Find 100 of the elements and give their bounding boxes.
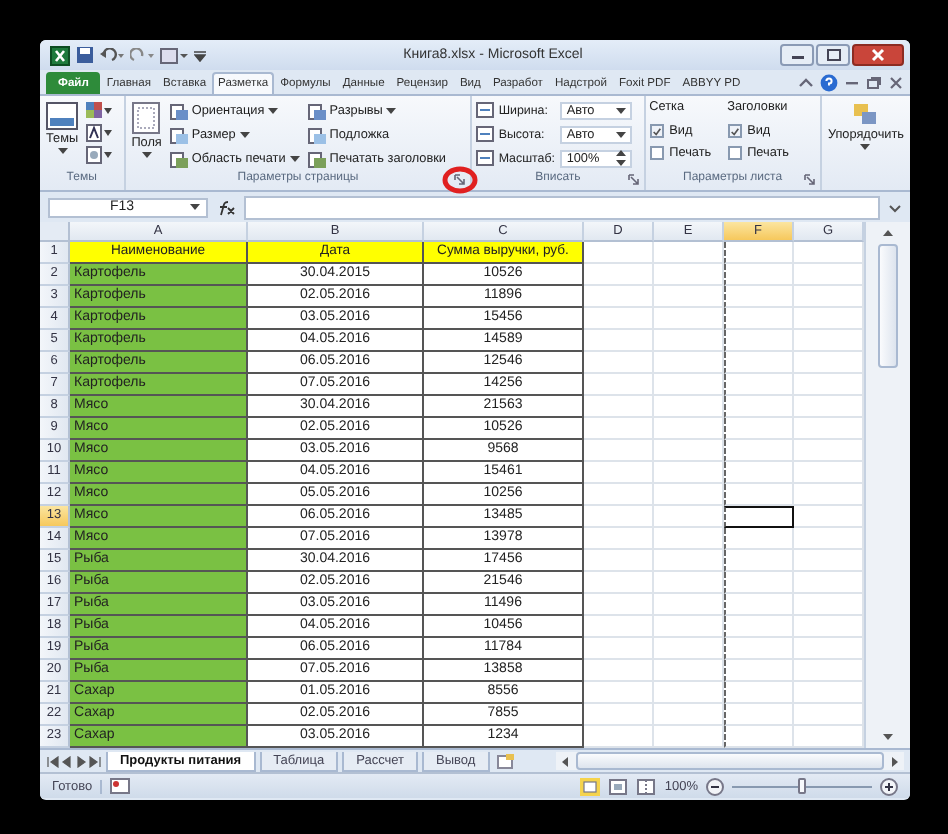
scroll-thumb[interactable] (878, 244, 898, 368)
empty-cell[interactable] (654, 594, 724, 616)
empty-cell[interactable] (654, 572, 724, 594)
caret-icon (616, 107, 627, 113)
empty-cell[interactable] (724, 704, 794, 726)
scroll-left-icon[interactable] (560, 755, 570, 767)
empty-cell[interactable] (724, 440, 794, 462)
empty-cell[interactable] (654, 660, 724, 682)
zoom-in-icon[interactable] (880, 777, 898, 795)
caret-icon (616, 131, 627, 137)
zoom-out-icon[interactable] (706, 777, 724, 795)
theme-colors-icon[interactable] (86, 102, 113, 120)
page-layout-icon[interactable] (608, 777, 629, 795)
customize-caret-icon[interactable] (194, 49, 206, 61)
themes-icon (46, 102, 79, 130)
scroll-down-icon[interactable] (882, 732, 894, 742)
theme-effects-icon[interactable] (86, 146, 113, 164)
empty-cell[interactable] (654, 506, 724, 528)
caret-icon (860, 144, 871, 150)
checkbox[interactable] (727, 146, 742, 160)
empty-cell[interactable] (654, 550, 724, 572)
empty-cell[interactable] (654, 242, 724, 264)
theme-fonts-icon[interactable] (86, 124, 113, 142)
function-icon[interactable] (216, 199, 236, 215)
empty-cell[interactable] (724, 242, 794, 264)
caret-icon (239, 132, 250, 138)
empty-cell[interactable] (654, 528, 724, 550)
maximize-button[interactable] (816, 44, 850, 66)
empty-cell[interactable] (654, 462, 724, 484)
normal-view-icon[interactable] (580, 777, 601, 795)
empty-cell[interactable] (724, 462, 794, 484)
empty-cell[interactable] (724, 594, 794, 616)
checkbox[interactable] (649, 146, 664, 160)
empty-cell[interactable] (724, 286, 794, 308)
restore-icon[interactable] (866, 75, 882, 89)
empty-cell[interactable] (654, 638, 724, 660)
select-all-corner[interactable] (40, 222, 70, 242)
save-icon[interactable] (76, 46, 94, 64)
empty-cell[interactable] (724, 418, 794, 440)
checkbox[interactable] (727, 124, 742, 138)
new-sheet-icon[interactable] (493, 753, 518, 769)
empty-cell[interactable] (724, 550, 794, 572)
empty-cell[interactable] (724, 352, 794, 374)
empty-cell[interactable] (654, 264, 724, 286)
empty-cell[interactable] (654, 330, 724, 352)
help-icon[interactable] (820, 73, 838, 91)
minimize-button[interactable] (780, 44, 814, 66)
empty-cell[interactable] (724, 374, 794, 396)
arrange-icon (852, 102, 879, 126)
undo-icon[interactable] (100, 47, 124, 63)
empty-cell[interactable] (654, 374, 724, 396)
active-cell[interactable] (724, 506, 794, 528)
sheet-navigation-icon[interactable] (46, 755, 102, 767)
empty-cell[interactable] (724, 308, 794, 330)
empty-cell[interactable] (724, 264, 794, 286)
empty-cell[interactable] (654, 396, 724, 418)
empty-cell[interactable] (724, 638, 794, 660)
spinner-icon (616, 150, 627, 166)
scale-icon (476, 102, 495, 118)
empty-cell[interactable] (654, 484, 724, 506)
dialog-launcher-icon[interactable] (803, 174, 816, 186)
dialog-launcher-icon[interactable] (627, 174, 640, 186)
scale-icon (476, 150, 495, 166)
empty-cell[interactable] (724, 660, 794, 682)
empty-cell[interactable] (654, 616, 724, 638)
empty-cell[interactable] (654, 352, 724, 374)
caret-icon (386, 108, 397, 114)
checkbox[interactable] (649, 124, 664, 138)
redo-icon[interactable] (130, 47, 154, 63)
macro-record-icon[interactable] (110, 778, 131, 794)
close-button[interactable] (852, 44, 904, 66)
empty-cell[interactable] (654, 418, 724, 440)
vertical-scrollbar[interactable] (864, 222, 910, 748)
collapse-ribbon-icon[interactable] (798, 75, 814, 89)
close-icon (870, 48, 886, 62)
empty-cell[interactable] (724, 396, 794, 418)
empty-cell[interactable] (724, 528, 794, 550)
empty-cell[interactable] (724, 330, 794, 352)
zoom-slider-thumb[interactable] (798, 777, 806, 793)
empty-cell[interactable] (654, 440, 724, 462)
page-margins-icon (132, 102, 161, 134)
empty-cell[interactable] (654, 286, 724, 308)
empty-cell[interactable] (724, 572, 794, 594)
empty-cell[interactable] (724, 616, 794, 638)
close-icon[interactable] (888, 75, 904, 89)
empty-cell[interactable] (724, 484, 794, 506)
scroll-up-icon[interactable] (882, 228, 894, 238)
empty-cell[interactable] (654, 682, 724, 704)
excel-icon[interactable] (50, 45, 70, 65)
empty-cell[interactable] (724, 682, 794, 704)
caret-icon (289, 156, 300, 162)
caret-icon (57, 148, 68, 154)
scroll-right-icon[interactable] (890, 755, 900, 767)
page-break-view-icon[interactable] (636, 777, 657, 795)
expand-icon[interactable] (888, 201, 902, 213)
print-preview-icon[interactable] (160, 47, 188, 63)
formula-input[interactable] (244, 195, 880, 219)
empty-cell[interactable] (654, 704, 724, 726)
dialog-launcher-icon[interactable] (454, 174, 467, 186)
empty-cell[interactable] (654, 308, 724, 330)
